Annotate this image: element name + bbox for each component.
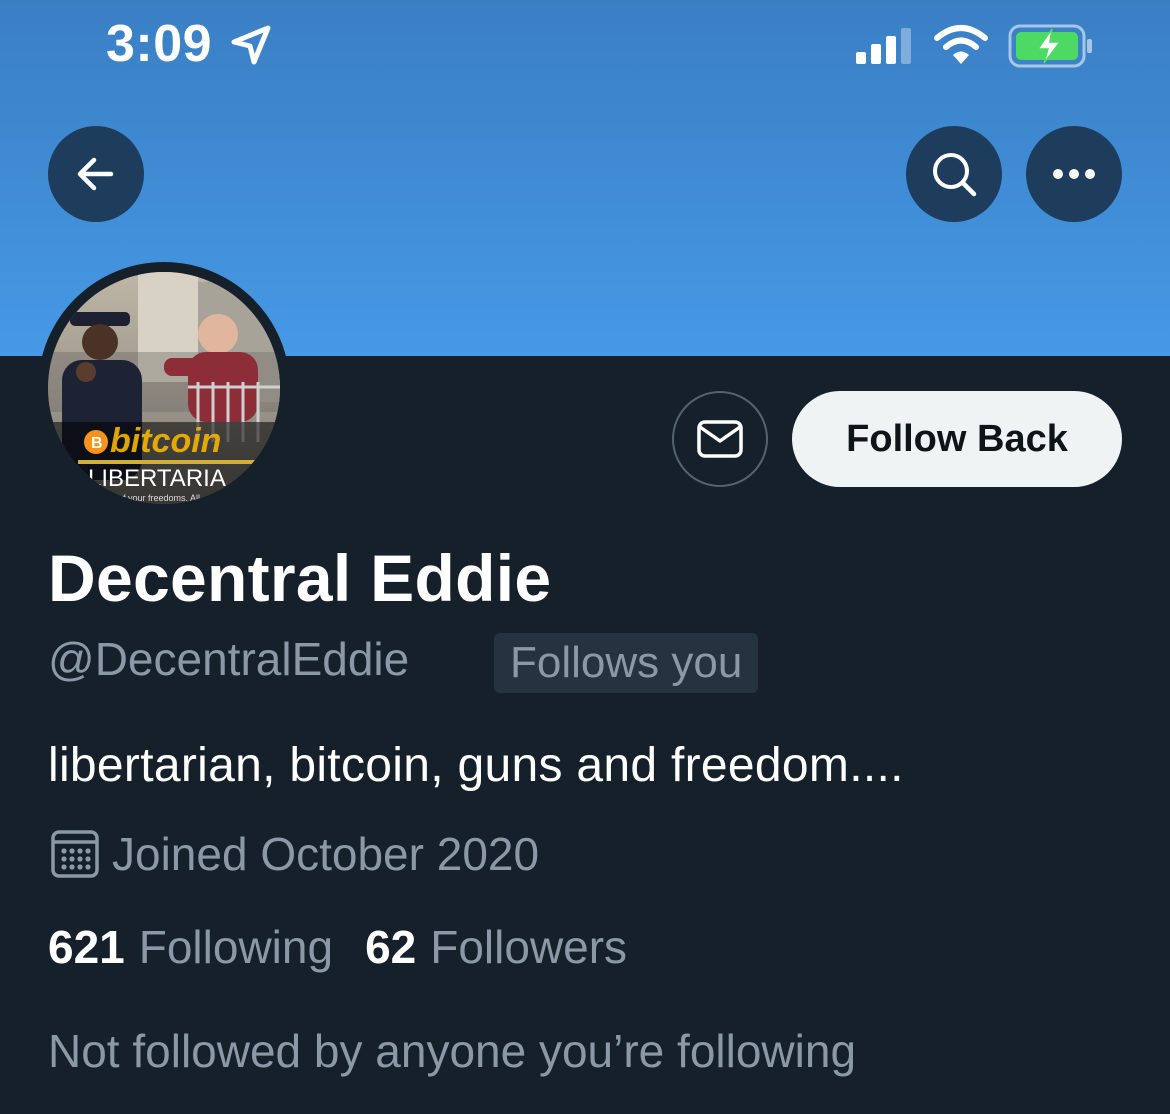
followers-link[interactable]: 62 Followers — [365, 920, 627, 974]
stats-row: 621 Following 62 Followers — [48, 920, 627, 974]
following-label: Following — [138, 921, 334, 973]
handle: @DecentralEddie — [48, 633, 410, 685]
joined-date: Joined October 2020 — [50, 824, 539, 884]
back-button[interactable] — [48, 126, 144, 222]
bio: libertarian, bitcoin, guns and freedom..… — [48, 739, 904, 792]
following-count: 621 — [48, 921, 125, 973]
followers-label: Followers — [430, 921, 628, 973]
svg-text:B: B — [91, 435, 103, 452]
battery-charging-icon — [1008, 24, 1092, 68]
calendar-icon — [51, 830, 99, 878]
avatar-image: B bitcoin LIBERTARIA of your freedoms. A… — [48, 272, 280, 504]
mutual-followers-text: Not followed by anyone you’re following — [48, 1025, 857, 1077]
display-name: Decentral Eddie — [48, 541, 552, 615]
avatar-photo: B bitcoin LIBERTARIA of your freedoms. A… — [48, 272, 280, 504]
follow-back-button[interactable]: Follow Back — [792, 391, 1122, 487]
avatar-small-text: of your freedoms. All — [118, 493, 200, 503]
joined-text: Joined October 2020 — [112, 828, 540, 880]
profile-page: 3:09 B bitcoin LIBERTARIA of your freedo… — [0, 0, 1170, 1114]
location-arrow-icon — [231, 25, 271, 65]
more-button[interactable] — [1026, 126, 1122, 222]
arrow-left-icon — [77, 157, 114, 191]
message-button[interactable] — [672, 391, 768, 487]
avatar[interactable]: B bitcoin LIBERTARIA of your freedoms. A… — [38, 262, 290, 514]
more-horizontal-icon — [1053, 169, 1095, 179]
wifi-icon — [934, 25, 988, 64]
avatar-libertarian-text: LIBERTARIA — [88, 465, 226, 492]
status-time: 3:09 — [106, 15, 213, 73]
follows-you-badge: Follows you — [494, 633, 759, 693]
envelope-icon — [697, 420, 743, 458]
avatar-bitcoin-text: bitcoin — [110, 422, 221, 460]
cellular-signal-icon — [856, 28, 911, 64]
following-link[interactable]: 621 Following — [48, 920, 333, 974]
followers-count: 62 — [365, 921, 417, 973]
search-button[interactable] — [906, 126, 1002, 222]
search-icon — [933, 153, 977, 197]
